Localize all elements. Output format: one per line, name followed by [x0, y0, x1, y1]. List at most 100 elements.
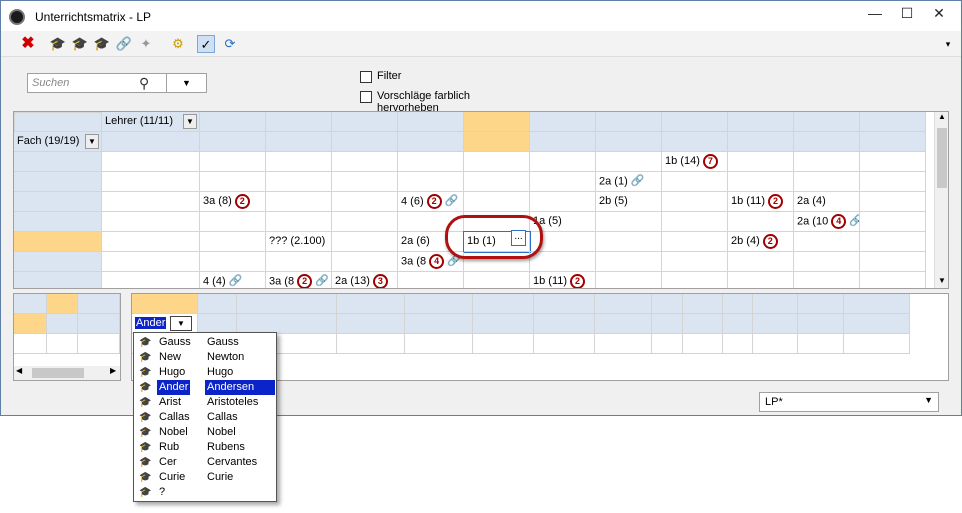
matrix-cell[interactable] — [728, 152, 794, 172]
edit-cell-button[interactable]: ... — [511, 230, 526, 246]
subject-row-rel[interactable] — [14, 152, 102, 172]
empty-cell[interactable] — [534, 334, 595, 354]
search-dropdown-icon[interactable]: ▼ — [166, 74, 206, 92]
subject-filter-dropdown-icon[interactable]: ▼ — [85, 134, 99, 149]
matrix-vertical-scrollbar[interactable]: ▲ ▼ — [934, 112, 948, 288]
detail-header-wert[interactable] — [753, 294, 798, 314]
detail-cell[interactable] — [473, 314, 534, 334]
matrix-cell[interactable]: 3a (8) 2 — [200, 192, 266, 212]
matrix-cell[interactable] — [860, 192, 926, 212]
detail-cell[interactable] — [198, 314, 237, 334]
detail-cell[interactable]: Ander ▼ — [132, 314, 198, 334]
matrix-cell[interactable] — [266, 192, 332, 212]
teacher-edit-value[interactable]: Ander — [135, 317, 167, 329]
teacher-filter-dropdown-icon[interactable]: ▼ — [183, 114, 197, 129]
subject-row-gw[interactable] — [14, 252, 102, 272]
teacher-header-unassigned[interactable] — [200, 112, 266, 132]
empty-cell[interactable] — [47, 334, 78, 354]
teacher-header-gauss[interactable] — [266, 112, 332, 132]
matrix-cell[interactable] — [662, 172, 728, 192]
matrix-cell[interactable] — [200, 232, 266, 252]
subject-row-d[interactable] — [14, 192, 102, 212]
highlight-checkbox[interactable]: Vorschläge farblich hervorheben — [360, 90, 530, 114]
detail-header-raum[interactable] — [337, 294, 405, 314]
empty-cell[interactable] — [683, 334, 723, 354]
detail-cell[interactable] — [237, 314, 337, 334]
matrix-cell[interactable] — [728, 272, 794, 288]
matrix-cell[interactable]: 2a (13) 3 — [332, 272, 398, 288]
matrix-cell[interactable]: 2a (1) 🔗 — [596, 172, 662, 192]
empty-cell[interactable] — [405, 334, 473, 354]
detail-cell[interactable] — [723, 314, 753, 334]
matrix-cell[interactable] — [596, 232, 662, 252]
matrix-cell[interactable] — [728, 172, 794, 192]
empty-cell[interactable] — [844, 334, 910, 354]
teacher-option-hugo[interactable]: 🎓 Hugo Hugo — [135, 365, 275, 380]
column-header-unr[interactable] — [14, 294, 47, 314]
matrix-cell[interactable] — [860, 232, 926, 252]
scroll-right-icon[interactable]: ▶ — [110, 366, 116, 375]
matrix-cell[interactable]: 4 (4) 🔗 — [200, 272, 266, 288]
matrix-cell[interactable]: ??? (2.100) — [266, 232, 332, 252]
empty-cell[interactable] — [473, 334, 534, 354]
matrix-cell[interactable] — [530, 252, 596, 272]
detail-header-zeilenw[interactable] — [723, 294, 753, 314]
lesson-number-cell[interactable] — [78, 314, 120, 334]
matrix-cell[interactable] — [662, 232, 728, 252]
delete-icon[interactable]: ✖ — [19, 35, 37, 53]
chevron-down-icon[interactable]: ▼ — [924, 395, 933, 405]
lesson-matrix-grid[interactable]: Lehrer (11/11) ▼ Fach (19/19) ▼ 1b (14) 7 2a (… — [13, 111, 949, 289]
teacher-header-arist[interactable] — [530, 112, 596, 132]
teacher-option-cer[interactable]: 🎓 Cer Cervantes — [135, 455, 275, 470]
matrix-cell[interactable] — [200, 252, 266, 272]
matrix-cell[interactable] — [596, 152, 662, 172]
teacher-select-dropdown-icon[interactable]: ▼ — [170, 316, 192, 331]
scroll-left-icon[interactable]: ◀ — [16, 366, 22, 375]
teacher-column-selector[interactable]: Lehrer (11/11) ▼ — [102, 112, 200, 132]
matrix-cell[interactable]: 2b (4) 2 — [728, 232, 794, 252]
teacher-option-arist[interactable]: 🎓 Arist Aristoteles — [135, 395, 275, 410]
matrix-cell[interactable]: 1b (11) 2 — [728, 192, 794, 212]
matrix-cell[interactable] — [860, 152, 926, 172]
teacher-option-nobel[interactable]: 🎓 Nobel Nobel — [135, 425, 275, 440]
matrix-cell[interactable] — [398, 172, 464, 192]
detail-cell[interactable] — [405, 314, 473, 334]
matrix-cell[interactable]: 4 (6) 2 🔗 — [398, 192, 464, 212]
subject-row-ch[interactable] — [14, 172, 102, 192]
matrix-cell[interactable] — [662, 272, 728, 288]
matrix-cell[interactable] — [266, 172, 332, 192]
matrix-cell[interactable] — [794, 152, 860, 172]
hscroll-thumb[interactable] — [32, 368, 84, 378]
matrix-cell[interactable] — [662, 212, 728, 232]
matrix-cell[interactable] — [860, 272, 926, 288]
teacher-option-curie[interactable]: 🎓 Curie Curie — [135, 470, 275, 485]
teacher-list-icon[interactable]: 🎓 — [93, 35, 111, 53]
matrix-cell[interactable] — [596, 212, 662, 232]
teacher-dropdown-list[interactable]: 🎓 Gauss Gauss 🎓 New Newton 🎓 Hugo Hugo 🎓 Ander Ande… — [133, 332, 277, 502]
teacher-header-callas[interactable] — [596, 112, 662, 132]
teacher-option-ander[interactable]: 🎓 Ander Andersen — [135, 380, 275, 395]
matrix-cell[interactable] — [794, 172, 860, 192]
scroll-down-icon[interactable]: ▼ — [938, 276, 946, 285]
matrix-cell[interactable] — [266, 152, 332, 172]
matrix-cell[interactable] — [530, 152, 596, 172]
teacher-header-new[interactable] — [332, 112, 398, 132]
view-format-select[interactable]: LP* ▼ — [759, 392, 939, 412]
close-button[interactable]: ✕ — [917, 1, 961, 27]
matrix-cell[interactable] — [332, 192, 398, 212]
matrix-cell[interactable] — [398, 272, 464, 288]
teacher-header-ander[interactable] — [464, 112, 530, 132]
lesson-number-cell[interactable] — [14, 314, 47, 334]
lesson-number-grid[interactable]: ◀ ▶ — [13, 293, 121, 381]
matrix-cell[interactable] — [332, 232, 398, 252]
detail-header-fach[interactable] — [198, 294, 237, 314]
subject-row-his[interactable] — [14, 232, 102, 252]
search-input[interactable]: Suchen — [32, 77, 69, 89]
detail-header-lehrer[interactable] — [132, 294, 198, 314]
teacher-header-curie[interactable] — [860, 112, 926, 132]
teacher-option-callas[interactable]: 🎓 Callas Callas — [135, 410, 275, 425]
matrix-cell[interactable] — [794, 252, 860, 272]
detail-header-schlergruppe[interactable] — [844, 294, 910, 314]
matrix-cell[interactable] — [860, 172, 926, 192]
refresh-icon[interactable]: ⟳ — [221, 35, 239, 53]
